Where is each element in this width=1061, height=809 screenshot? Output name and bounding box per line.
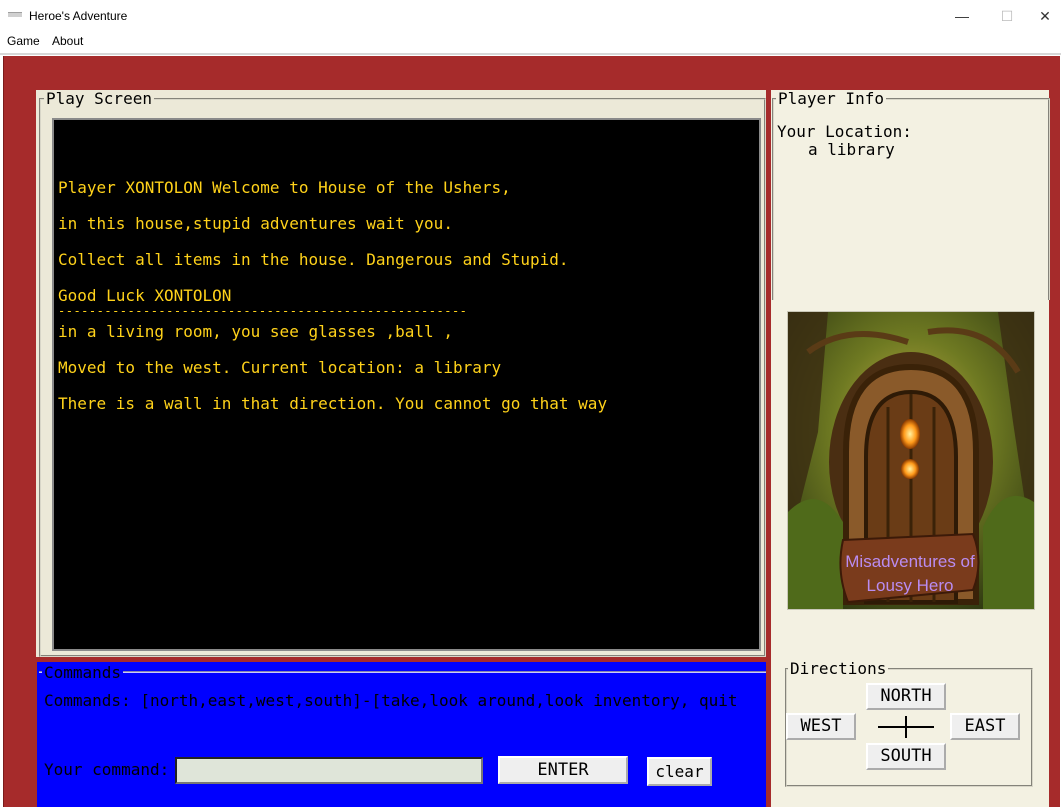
enter-button[interactable]: ENTER (498, 756, 628, 784)
output-line: Good Luck XONTOLON (58, 286, 232, 305)
minimize-button[interactable]: — (939, 4, 985, 28)
title-bar: Heroe's Adventure — ☐ ✕ (0, 0, 1061, 32)
output-line: There is a wall in that direction. You c… (58, 394, 608, 413)
output-line: Moved to the west. Current location: a l… (58, 358, 502, 377)
maximize-button[interactable]: ☐ (984, 4, 1030, 28)
app-icon (8, 12, 22, 17)
poster-title-line1: Misadventures of (845, 552, 975, 571)
location-label: Your Location: (777, 122, 912, 141)
poster-illustration: Misadventures of Lousy Hero (788, 312, 1034, 609)
commands-title: Commands (42, 663, 124, 682)
player-info-title: Player Info (776, 89, 886, 108)
output-line: Collect all items in the house. Dangerou… (58, 250, 569, 269)
north-button[interactable]: NORTH (866, 683, 946, 710)
output-line: Player XONTOLON Welcome to House of the … (58, 178, 511, 197)
south-button[interactable]: SOUTH (866, 743, 946, 770)
menu-about[interactable]: About (52, 34, 83, 48)
commands-help-text: Commands: [north,east,west,south]-[take,… (44, 691, 738, 710)
west-button[interactable]: WEST (786, 713, 856, 740)
game-poster-image: Misadventures of Lousy Hero (787, 311, 1035, 610)
menu-game[interactable]: Game (7, 34, 40, 48)
location-value: a library (808, 140, 895, 159)
clear-button[interactable]: clear (647, 757, 712, 786)
poster-title-line2: Lousy Hero (867, 576, 954, 595)
command-input[interactable] (175, 757, 483, 784)
output-line: in this house,stupid adventures wait you… (58, 214, 453, 233)
compass-needle-icon (905, 716, 907, 738)
play-screen-output[interactable]: Player XONTOLON Welcome to House of the … (52, 118, 761, 651)
close-button[interactable]: ✕ (1029, 4, 1061, 28)
output-line: in a living room, you see glasses ,ball … (58, 322, 453, 341)
output-separator: ----------------------------------------… (58, 304, 468, 318)
command-prompt-label: Your command: (44, 760, 170, 779)
menu-bar: Game About (0, 32, 1061, 52)
east-button[interactable]: EAST (950, 713, 1020, 740)
directions-title: Directions (788, 659, 889, 678)
play-screen-title: Play Screen (44, 89, 154, 108)
menu-divider (0, 53, 1061, 55)
window-title: Heroe's Adventure (29, 9, 128, 23)
